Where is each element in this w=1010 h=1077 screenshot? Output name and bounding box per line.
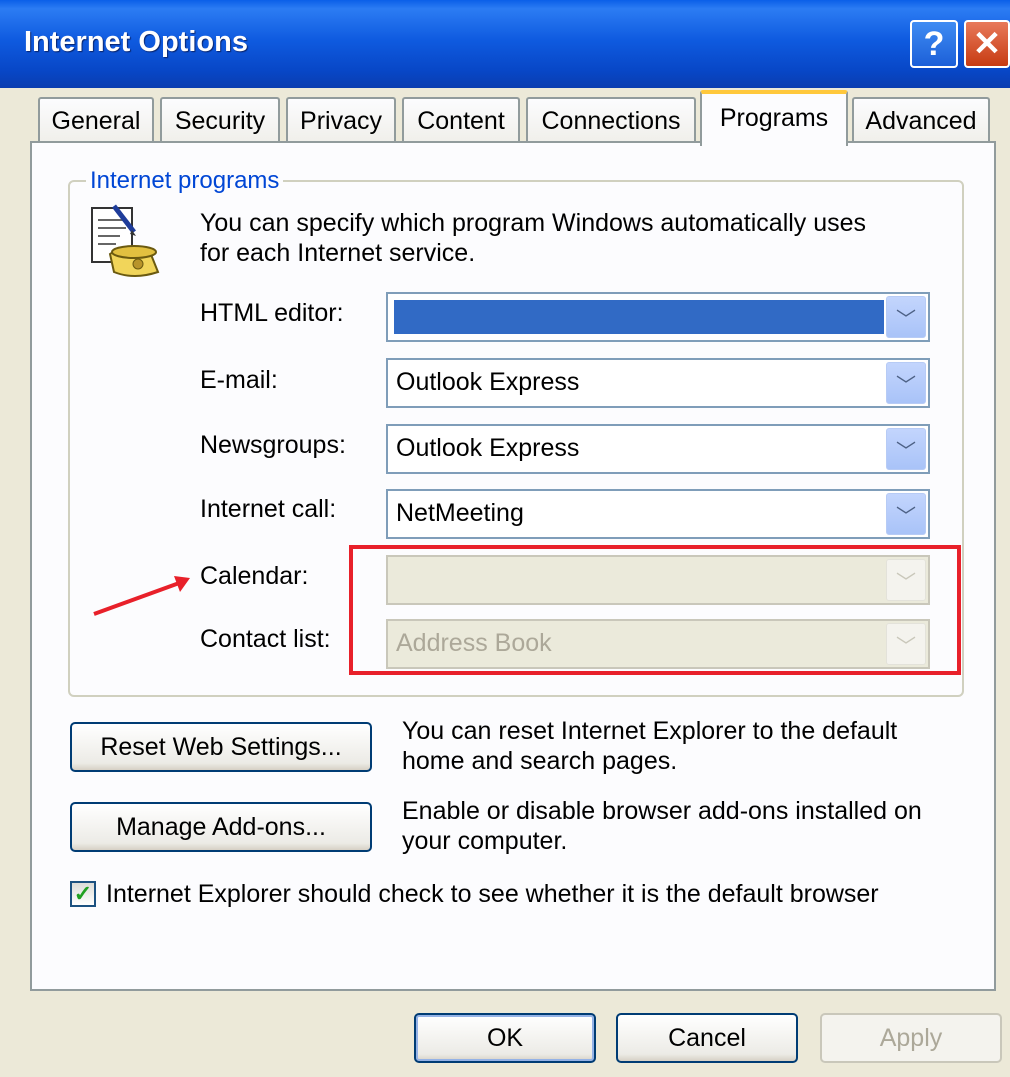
dropdown-button[interactable]: ﹀ bbox=[886, 296, 926, 338]
contact-list-label: Contact list: bbox=[200, 625, 331, 653]
manage-addons-button[interactable]: Manage Add-ons... bbox=[70, 802, 372, 852]
tab-label: Programs bbox=[719, 104, 829, 132]
annotation-arrow-icon bbox=[93, 576, 190, 616]
chevron-down-icon: ﹀ bbox=[896, 308, 916, 331]
tab-label: Content bbox=[417, 106, 505, 135]
button-label: Reset Web Settings... bbox=[100, 732, 342, 761]
internet-call-select[interactable]: NetMeeting ﹀ bbox=[386, 489, 930, 539]
chevron-down-icon: ﹀ bbox=[896, 505, 916, 528]
newsgroups-select[interactable]: Outlook Express ﹀ bbox=[386, 424, 930, 474]
tab-general[interactable]: General bbox=[38, 97, 154, 143]
annotation-highlight-box bbox=[349, 545, 961, 675]
close-button[interactable]: ✕ bbox=[964, 20, 1010, 68]
ok-button[interactable]: OK bbox=[414, 1013, 596, 1063]
apply-button: Apply bbox=[820, 1013, 1002, 1063]
phone-document-icon bbox=[91, 204, 160, 277]
dropdown-button[interactable]: ﹀ bbox=[886, 493, 926, 535]
dropdown-button[interactable]: ﹀ bbox=[886, 362, 926, 404]
programs-description-line2: for each Internet service. bbox=[200, 239, 476, 267]
default-browser-checkbox[interactable]: ✓ bbox=[70, 881, 96, 907]
reset-web-settings-button[interactable]: Reset Web Settings... bbox=[70, 722, 372, 772]
programs-description-line1: You can specify which program Windows au… bbox=[200, 209, 867, 237]
button-label: OK bbox=[486, 1023, 524, 1052]
addons-description-line1: Enable or disable browser add-ons instal… bbox=[402, 797, 922, 825]
window-title: Internet Options bbox=[24, 26, 248, 58]
internet-call-label: Internet call: bbox=[200, 495, 337, 523]
internet-call-value: NetMeeting bbox=[396, 499, 524, 527]
email-select[interactable]: Outlook Express ﹀ bbox=[386, 358, 930, 408]
default-browser-label[interactable]: Internet Explorer should check to see wh… bbox=[106, 879, 879, 909]
calendar-label: Calendar: bbox=[200, 562, 309, 590]
close-icon: ✕ bbox=[972, 25, 1002, 63]
email-label: E-mail: bbox=[200, 366, 278, 394]
tab-programs[interactable]: Programs bbox=[700, 90, 848, 146]
addons-description-line2: your computer. bbox=[402, 827, 568, 855]
tab-label: Connections bbox=[541, 106, 681, 135]
tab-label: General bbox=[51, 106, 141, 135]
newsgroups-label: Newsgroups: bbox=[200, 431, 346, 459]
chevron-down-icon: ﹀ bbox=[896, 374, 916, 397]
help-button[interactable]: ? bbox=[910, 20, 958, 68]
selection-highlight bbox=[394, 300, 884, 334]
html-editor-label: HTML editor: bbox=[200, 299, 344, 327]
help-icon: ? bbox=[923, 24, 945, 63]
tab-connections[interactable]: Connections bbox=[526, 97, 696, 143]
checkmark-icon: ✓ bbox=[73, 881, 93, 906]
tab-label: Advanced bbox=[865, 106, 977, 135]
tab-privacy[interactable]: Privacy bbox=[286, 97, 396, 143]
tab-label: Privacy bbox=[300, 106, 382, 135]
button-label: Manage Add-ons... bbox=[116, 812, 326, 841]
title-bar[interactable]: Internet Options ? ✕ bbox=[0, 0, 1010, 88]
html-editor-select[interactable]: ﹀ bbox=[386, 292, 930, 342]
button-label: Cancel bbox=[668, 1023, 746, 1052]
chevron-down-icon: ﹀ bbox=[896, 440, 916, 463]
dropdown-button[interactable]: ﹀ bbox=[886, 428, 926, 470]
newsgroups-value: Outlook Express bbox=[396, 434, 580, 462]
tab-security[interactable]: Security bbox=[160, 97, 280, 143]
reset-description-line2: home and search pages. bbox=[402, 747, 678, 775]
tab-content[interactable]: Content bbox=[402, 97, 520, 143]
group-label: Internet programs bbox=[86, 167, 284, 195]
tab-advanced[interactable]: Advanced bbox=[852, 97, 990, 143]
button-label: Apply bbox=[879, 1023, 943, 1052]
tab-label: Security bbox=[174, 106, 266, 135]
reset-description-line1: You can reset Internet Explorer to the d… bbox=[402, 717, 898, 745]
email-value: Outlook Express bbox=[396, 368, 580, 396]
cancel-button[interactable]: Cancel bbox=[616, 1013, 798, 1063]
